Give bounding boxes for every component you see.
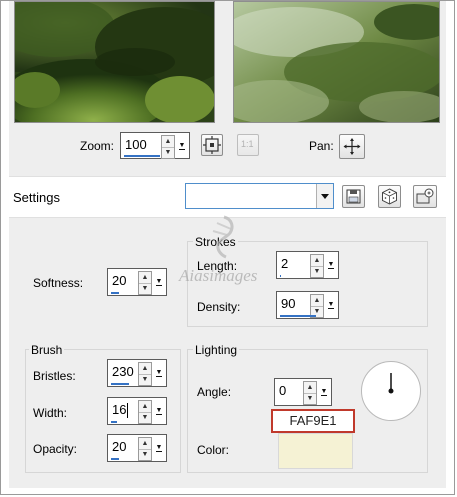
zoom-spin-arrows[interactable]: ▲ ▼ <box>161 135 175 159</box>
original-preview[interactable] <box>14 1 215 123</box>
bristles-input[interactable]: 230 ▲ ▼ ▼ <box>107 359 167 387</box>
watermark-logo: Aiasimages <box>178 215 258 285</box>
settings-label: Settings <box>13 190 60 205</box>
move-icon <box>343 138 361 155</box>
pan-label: Pan: <box>309 139 334 153</box>
floppy-disk-icon <box>346 189 361 204</box>
color-label: Color: <box>197 443 230 457</box>
pan-button[interactable] <box>339 134 365 159</box>
angle-label: Angle: <box>197 385 232 399</box>
length-spin-arrows[interactable]: ▲ ▼ <box>310 254 324 278</box>
width-spin-arrows[interactable]: ▲ ▼ <box>138 400 152 424</box>
zoom-input[interactable]: 100 ▲ ▼ ▼ <box>120 132 190 159</box>
chevron-down-icon <box>321 194 329 199</box>
angle-spin-arrows[interactable]: ▲ ▼ <box>303 381 317 405</box>
length-value: 2 <box>281 256 289 271</box>
opacity-label: Opacity: <box>33 442 78 456</box>
softness-value: 20 <box>112 273 127 288</box>
softness-label: Softness: <box>33 276 84 290</box>
text-cursor <box>127 403 128 418</box>
zoom-dropdown-icon[interactable]: ▼ <box>177 140 187 152</box>
opacity-dropdown-icon[interactable]: ▼ <box>154 442 164 454</box>
preset-dropdown-arrow[interactable] <box>316 184 333 208</box>
density-bar <box>280 315 316 317</box>
angle-dial[interactable] <box>361 361 421 421</box>
zoom-down-icon[interactable]: ▼ <box>162 147 174 158</box>
color-swatch[interactable] <box>278 433 353 469</box>
bristles-down-icon[interactable]: ▼ <box>139 374 151 385</box>
width-bar <box>111 421 118 423</box>
length-input[interactable]: 2 ▲ ▼ ▼ <box>276 251 339 279</box>
softness-bar <box>111 292 119 294</box>
width-value: 16 <box>112 402 127 417</box>
result-preview-image <box>234 2 439 122</box>
window-frame: Zoom: 100 ▲ ▼ ▼ 1:1 Pan: Settings Softne… <box>0 0 455 495</box>
zoom-value: 100 <box>125 137 147 152</box>
bristles-spin-arrows[interactable]: ▲ ▼ <box>138 362 152 386</box>
density-value: 90 <box>281 296 296 311</box>
angle-dial-needle <box>388 373 394 394</box>
save-preset-button[interactable] <box>342 185 365 208</box>
zoom-label: Zoom: <box>80 139 115 153</box>
bristles-value: 230 <box>112 364 134 379</box>
bristles-label: Bristles: <box>33 369 76 383</box>
width-label: Width: <box>33 406 68 420</box>
width-dropdown-icon[interactable]: ▼ <box>154 405 164 417</box>
result-preview[interactable] <box>233 1 440 123</box>
color-hex-value: FAF9E1 <box>289 413 337 428</box>
softness-down-icon[interactable]: ▼ <box>139 283 151 294</box>
fit-window-icon <box>203 136 221 154</box>
bristles-bar <box>111 383 130 385</box>
actual-size-icon: 1:1 <box>241 139 254 149</box>
angle-down-icon[interactable]: ▼ <box>304 393 316 404</box>
opacity-spin-arrows[interactable]: ▲ ▼ <box>138 437 152 461</box>
softness-dropdown-icon[interactable]: ▼ <box>154 276 164 288</box>
width-down-icon[interactable]: ▼ <box>139 412 151 423</box>
density-input[interactable]: 90 ▲ ▼ ▼ <box>276 291 339 319</box>
opacity-bar <box>111 458 119 460</box>
brush-strokes-dialog: Zoom: 100 ▲ ▼ ▼ 1:1 Pan: Settings Softne… <box>9 1 446 488</box>
zoom-bar <box>124 155 160 157</box>
density-dropdown-icon[interactable]: ▼ <box>326 299 336 311</box>
width-input[interactable]: 16 ▲ ▼ ▼ <box>107 397 167 425</box>
color-hex-tooltip: FAF9E1 <box>271 409 355 433</box>
softness-spin-arrows[interactable]: ▲ ▼ <box>138 271 152 295</box>
opacity-down-icon[interactable]: ▼ <box>139 449 151 460</box>
angle-input[interactable]: 0 ▲ ▼ ▼ <box>274 378 332 406</box>
brush-title: Brush <box>29 343 65 357</box>
actual-size-button[interactable]: 1:1 <box>237 134 259 156</box>
density-label: Density: <box>197 300 241 314</box>
fit-window-button[interactable] <box>201 134 223 156</box>
opacity-value: 20 <box>112 439 127 454</box>
preset-dropdown[interactable] <box>185 183 334 209</box>
randomize-button[interactable] <box>378 185 401 208</box>
opacity-input[interactable]: 20 ▲ ▼ ▼ <box>107 434 167 462</box>
length-bar <box>280 275 281 277</box>
bristles-dropdown-icon[interactable]: ▼ <box>154 367 164 379</box>
dice-icon <box>382 188 397 205</box>
watermark-text: Aiasimages <box>178 266 258 285</box>
preset-manager-icon <box>416 188 434 204</box>
original-preview-image <box>15 2 214 122</box>
length-down-icon[interactable]: ▼ <box>311 266 323 277</box>
length-dropdown-icon[interactable]: ▼ <box>326 259 336 271</box>
softness-input[interactable]: 20 ▲ ▼ ▼ <box>107 268 167 296</box>
angle-value: 0 <box>279 383 287 398</box>
angle-dropdown-icon[interactable]: ▼ <box>319 386 329 398</box>
preset-manager-button[interactable] <box>413 185 437 208</box>
lighting-title: Lighting <box>193 343 240 357</box>
